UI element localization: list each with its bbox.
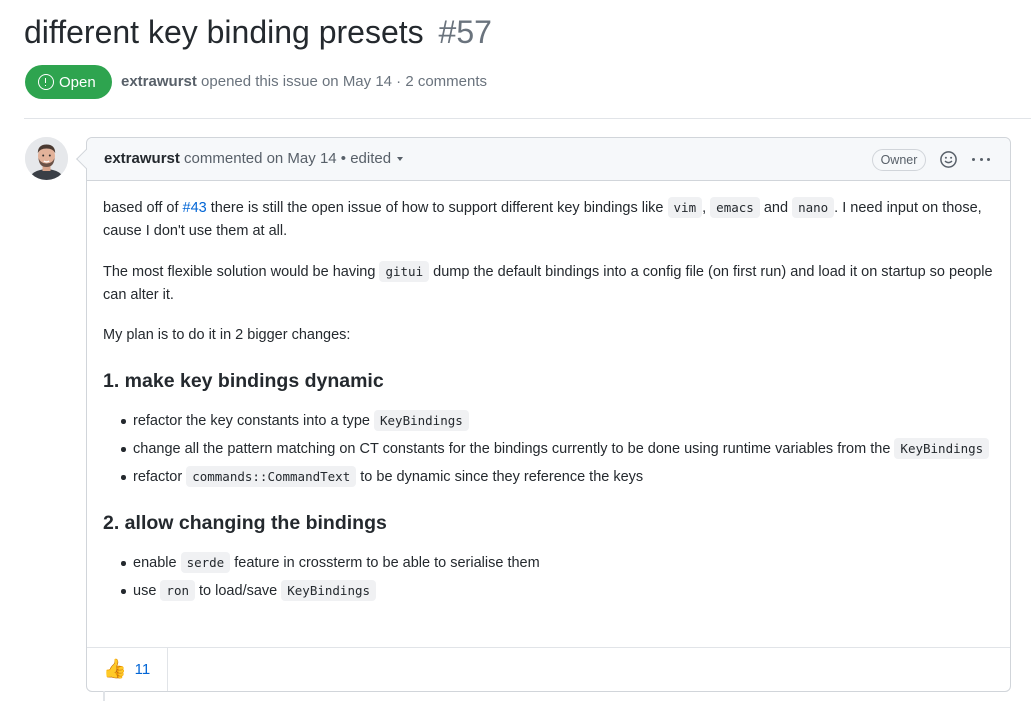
text: to be dynamic since they reference the k…: [356, 469, 644, 485]
issue-reference-link[interactable]: #43: [183, 200, 207, 216]
comment-reactions: 👍 11: [87, 647, 1010, 691]
issue-state-badge: Open: [25, 65, 112, 99]
kebab-dot: [987, 157, 990, 161]
issue-meta: extrawurst opened this issue on May 14 ·…: [121, 73, 487, 90]
list-item: change all the pattern matching on CT co…: [119, 437, 995, 461]
text: use: [133, 583, 161, 599]
comment-meta: extrawurst commented on May 14 • edited: [104, 150, 404, 167]
text: refactor the key constants into a type: [133, 413, 374, 429]
text: enable: [133, 555, 181, 571]
text: feature in crossterm to be able to seria…: [230, 555, 540, 571]
issue-opened-text: opened this issue on May 14 · 2 comments: [201, 73, 488, 90]
issue-title: different key binding presets #57: [24, 14, 492, 51]
text: based off of: [103, 200, 183, 216]
header-divider: [24, 118, 1031, 119]
owner-badge: Owner: [872, 149, 926, 171]
issue-title-text: different key binding presets: [24, 14, 424, 50]
issue-number: #57: [438, 14, 492, 50]
text: and: [759, 200, 793, 216]
more-options-button[interactable]: [970, 149, 992, 169]
comment-paragraph-1: based off of #43 there is still the open…: [103, 196, 995, 243]
comment-header: extrawurst commented on May 14 • edited …: [87, 138, 1010, 181]
inline-code: KeyBindings: [374, 410, 469, 431]
issue-opened-icon: [38, 74, 54, 90]
chevron-down-icon[interactable]: [397, 157, 404, 162]
section-heading-2: 2. allow changing the bindings: [103, 512, 387, 534]
comment-author-link[interactable]: extrawurst: [104, 150, 180, 167]
comment-paragraph-2: The most flexible solution would be havi…: [103, 260, 995, 307]
thumbs-up-reaction-button[interactable]: 👍 11: [87, 648, 168, 691]
add-reaction-button[interactable]: [939, 150, 958, 169]
inline-code: KeyBindings: [281, 580, 377, 601]
inline-code: commands::CommandText: [186, 466, 357, 487]
kebab-dot: [979, 157, 983, 161]
inline-code: serde: [180, 552, 231, 573]
inline-code: KeyBindings: [894, 438, 990, 459]
comment-paragraph-3: My plan is to do it in 2 bigger changes:: [103, 327, 351, 343]
list-item: use ron to load/save KeyBindings: [119, 579, 995, 603]
text: to load/save: [195, 583, 282, 599]
comment-body: based off of #43 there is still the open…: [103, 196, 995, 607]
text: refactor: [133, 469, 187, 485]
kebab-dot: [972, 157, 975, 161]
list-item: refactor the key constants into a type K…: [119, 409, 995, 433]
comment-meta-text[interactable]: commented on May 14 • edited: [184, 150, 391, 167]
task-list-1: refactor the key constants into a type K…: [119, 409, 995, 489]
text: there is still the open issue of how to …: [206, 200, 668, 216]
list-item: enable serde feature in crossterm to be …: [119, 551, 995, 575]
inline-code: ron: [160, 580, 195, 601]
text: change all the pattern matching on CT co…: [133, 441, 895, 457]
thumbs-up-icon: 👍: [103, 659, 127, 680]
smiley-icon: [940, 151, 957, 168]
list-item: refactor commands::CommandText to be dyn…: [119, 465, 995, 489]
avatar-image: [25, 137, 68, 180]
issue-state-label: Open: [59, 73, 96, 91]
section-heading-1: 1. make key bindings dynamic: [103, 370, 384, 392]
avatar[interactable]: [25, 137, 68, 180]
issue-comment: extrawurst commented on May 14 • edited …: [86, 137, 1011, 692]
task-list-2: enable serde feature in crossterm to be …: [119, 551, 995, 603]
issue-author-link[interactable]: extrawurst: [121, 73, 197, 90]
text: ,: [702, 200, 711, 216]
inline-code: vim: [667, 197, 703, 218]
inline-code: gitui: [379, 261, 430, 282]
inline-code: nano: [792, 197, 835, 218]
timeline-line: [103, 691, 105, 701]
inline-code: emacs: [710, 197, 760, 218]
text: The most flexible solution would be havi…: [103, 264, 380, 280]
reaction-count: 11: [134, 661, 151, 678]
